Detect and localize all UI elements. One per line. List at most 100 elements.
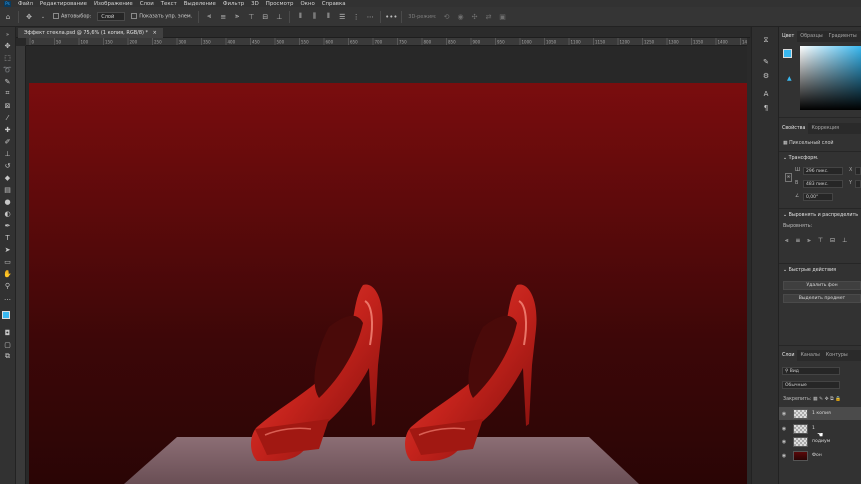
screen-mode-icon[interactable]: ▢: [2, 339, 13, 350]
3d-scale-icon[interactable]: ▣: [499, 13, 507, 21]
menu-view[interactable]: Просмотр: [266, 1, 294, 7]
distribute-vertical-icon[interactable]: ☰: [338, 13, 346, 21]
eye-icon[interactable]: ◉: [779, 426, 789, 432]
remove-background-button[interactable]: Удалить фон: [783, 281, 861, 290]
distribute-horizontal-icon[interactable]: ⋯: [366, 13, 374, 21]
eye-icon[interactable]: ◉: [779, 453, 789, 459]
quick-actions-header[interactable]: ⌄ Быстрые действия: [783, 268, 836, 273]
more-tools-icon[interactable]: …: [2, 292, 13, 303]
document-tab[interactable]: Эффект стекла.psd @ 75,6% (1 копия, RGB/…: [18, 28, 163, 38]
3d-pan-icon[interactable]: ✣: [471, 13, 479, 21]
foreground-color-swatch[interactable]: [783, 49, 792, 58]
eraser-tool-icon[interactable]: ◆: [2, 172, 13, 183]
history-panel-icon[interactable]: ⧖: [761, 35, 771, 45]
eye-icon[interactable]: ◉: [779, 411, 789, 417]
move-tool-icon[interactable]: ✥: [2, 40, 13, 51]
character-panel-icon[interactable]: A: [761, 89, 771, 99]
quick-select-tool-icon[interactable]: ✎: [2, 76, 13, 87]
align-vcenter-icon[interactable]: ⊟: [830, 237, 835, 245]
tab-adjustments[interactable]: Коррекция: [808, 123, 842, 134]
show-transform-checkbox[interactable]: Показать упр. элем.: [131, 13, 192, 20]
select-subject-button[interactable]: Выделить предмет: [783, 294, 861, 303]
menu-help[interactable]: Справка: [322, 1, 346, 7]
layer-row[interactable]: ◉ 1 копия: [779, 407, 861, 420]
menu-window[interactable]: Окно: [300, 1, 314, 7]
crop-tool-icon[interactable]: ⌗: [2, 88, 13, 99]
3d-slide-icon[interactable]: ⇄: [485, 13, 493, 21]
chevron-down-icon[interactable]: ⌄: [39, 13, 47, 21]
home-icon[interactable]: ⌂: [4, 13, 12, 21]
history-brush-tool-icon[interactable]: ↺: [2, 160, 13, 171]
move-tool-icon[interactable]: ✥: [25, 13, 33, 21]
type-tool-icon[interactable]: T: [2, 232, 13, 243]
align-bottom-icon[interactable]: ⊥: [275, 13, 283, 21]
frame-tool-icon[interactable]: ⊠: [2, 100, 13, 111]
transform-section-header[interactable]: ⌄ Трансформ.: [783, 156, 818, 161]
distribute-right-icon[interactable]: ⫴: [324, 12, 332, 21]
align-hcenter-icon[interactable]: ≡: [795, 237, 800, 245]
distribute-spacing-icon[interactable]: ⋮: [352, 13, 360, 21]
align-right-icon[interactable]: ⫸: [807, 237, 810, 245]
lasso-tool-icon[interactable]: ➰: [2, 64, 13, 75]
eye-icon[interactable]: ◉: [779, 439, 789, 445]
lock-transparent-icon[interactable]: ▦: [813, 397, 818, 402]
tab-gradients[interactable]: Градиенты: [826, 31, 860, 42]
angle-field[interactable]: 0,00°: [803, 193, 833, 201]
close-icon[interactable]: ×: [153, 30, 157, 36]
lock-artboard-icon[interactable]: ⧉: [830, 397, 833, 402]
paragraph-panel-icon[interactable]: ¶: [761, 103, 771, 113]
menu-file[interactable]: Файл: [18, 1, 33, 7]
align-top-icon[interactable]: ⊤: [247, 13, 255, 21]
x-field[interactable]: [855, 167, 861, 175]
autoselect-dropdown[interactable]: Слой: [97, 12, 126, 21]
collapse-icon[interactable]: »: [2, 29, 13, 40]
blur-tool-icon[interactable]: ●: [2, 196, 13, 207]
layer-row[interactable]: ◉ Фон: [779, 449, 861, 462]
brush-tool-icon[interactable]: ✐: [2, 136, 13, 147]
foreground-color-swatch[interactable]: [2, 311, 10, 319]
more-options-icon[interactable]: •••: [385, 13, 397, 21]
height-field[interactable]: 483 пикс.: [803, 180, 843, 188]
document-canvas[interactable]: [29, 83, 747, 484]
layer-kind-filter[interactable]: ⚲ Вид: [782, 367, 840, 375]
align-bottom-icon[interactable]: ⊥: [842, 237, 847, 245]
tab-properties[interactable]: Свойства: [779, 123, 809, 134]
hand-tool-icon[interactable]: ✋: [2, 268, 13, 279]
zoom-tool-icon[interactable]: ⚲: [2, 280, 13, 291]
menu-image[interactable]: Изображение: [94, 1, 133, 7]
color-picker-field[interactable]: [800, 46, 861, 110]
align-section-header[interactable]: ⌄ Выровнять и распределить: [783, 213, 858, 218]
distribute-left-icon[interactable]: ⫴: [296, 12, 304, 21]
gradient-tool-icon[interactable]: ▤: [2, 184, 13, 195]
3d-roll-icon[interactable]: ◉: [457, 13, 465, 21]
y-field[interactable]: [855, 180, 861, 188]
align-top-icon[interactable]: ⊤: [818, 237, 823, 245]
distribute-center-icon[interactable]: ⫼: [310, 12, 318, 21]
align-right-icon[interactable]: ⫸: [233, 12, 241, 21]
quick-mask-icon[interactable]: ◘: [2, 327, 13, 338]
align-left-icon[interactable]: ⫷: [785, 237, 788, 245]
align-left-icon[interactable]: ⫷: [205, 12, 213, 21]
blend-mode-dropdown[interactable]: Обычные: [782, 381, 840, 389]
link-icon[interactable]: ∞: [785, 173, 792, 182]
autoselect-checkbox[interactable]: Автовыбор:: [53, 13, 91, 20]
menu-filter[interactable]: Фильтр: [223, 1, 244, 7]
photoshop-logo[interactable]: Ps: [4, 0, 11, 7]
3d-orbit-icon[interactable]: ⟲: [443, 13, 451, 21]
canvas-area[interactable]: [26, 46, 747, 484]
warning-icon[interactable]: ▲: [787, 75, 792, 82]
rectangle-tool-icon[interactable]: ▭: [2, 256, 13, 267]
healing-brush-tool-icon[interactable]: ✚: [2, 124, 13, 135]
width-field[interactable]: 296 пикс.: [803, 167, 843, 175]
align-middle-icon[interactable]: ⊟: [261, 13, 269, 21]
path-select-tool-icon[interactable]: ➤: [2, 244, 13, 255]
tab-paths[interactable]: Контуры: [823, 350, 851, 361]
menu-layers[interactable]: Слои: [140, 1, 154, 7]
lock-all-icon[interactable]: 🔒: [835, 397, 841, 402]
menu-3d[interactable]: 3D: [251, 1, 259, 7]
menu-select[interactable]: Выделение: [184, 1, 216, 7]
brush-settings-icon[interactable]: ✎: [761, 57, 771, 67]
artboard-icon[interactable]: ⧉: [2, 351, 13, 362]
tab-color[interactable]: Цвет: [779, 31, 798, 42]
dodge-tool-icon[interactable]: ◐: [2, 208, 13, 219]
